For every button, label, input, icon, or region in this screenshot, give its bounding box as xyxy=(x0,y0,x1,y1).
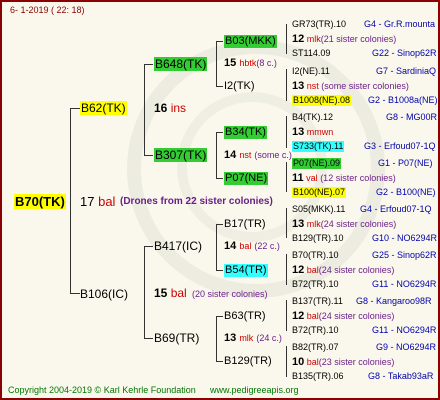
connector xyxy=(216,86,223,87)
connector xyxy=(144,64,153,65)
l4-bot-5[interactable]: B72(TR).10 xyxy=(292,279,339,290)
l4-bot-7[interactable]: B135(TR).06 xyxy=(292,371,344,382)
connector xyxy=(286,300,287,331)
connector xyxy=(216,224,217,271)
l4-top-7[interactable]: B82(TR).07 xyxy=(292,342,339,353)
l4-rtop-7: G9 - NO6294R xyxy=(376,342,437,352)
l4-mid-6: 12 bal(24 sister colonies) xyxy=(292,310,395,322)
l4-top-2[interactable]: B4(TK).12 xyxy=(292,112,333,123)
l4-bot-3[interactable]: B100(NE).07 xyxy=(292,187,347,198)
l2-node-2[interactable]: B417(IC) xyxy=(154,239,202,253)
l1-node-0[interactable]: B62(TK) xyxy=(80,101,127,115)
l2-gen-0: 15 hbtk(8 c.) xyxy=(224,57,277,69)
l4-rtop-2: G8 - MG00R xyxy=(386,112,438,122)
l4-mid-0: 12 mlk(21 sister colonies) xyxy=(292,33,397,45)
l4-rbot-4: G10 - NO6294R xyxy=(372,233,438,243)
connector xyxy=(70,108,80,109)
l4-mid-3: 11 val (12 sister colonies) xyxy=(292,172,396,184)
l4-top-5[interactable]: B70(TR).10 xyxy=(292,250,339,261)
root-note: (Drones from 22 sister colonies) xyxy=(120,196,273,207)
connector xyxy=(70,108,71,294)
l3-node-7[interactable]: B129(TR) xyxy=(224,355,272,368)
l4-rbot-5: G11 - NO6294R xyxy=(372,279,437,289)
connector xyxy=(216,224,223,225)
pedigree-frame: 6- 1-2019 ( 22: 18) B70(TK) 17 bal (Dron… xyxy=(0,0,440,400)
l4-rtop-4: G4 - Erfoud07-1Q xyxy=(360,204,432,214)
connector xyxy=(216,132,217,179)
l3-node-4[interactable]: B17(TR) xyxy=(224,218,266,231)
l4-mid-2: 13 mmwn xyxy=(292,126,334,138)
connector xyxy=(144,246,145,338)
l4-bot-1[interactable]: B1008(NE).08 xyxy=(292,95,352,106)
connector xyxy=(216,270,223,271)
connector xyxy=(216,316,223,317)
l4-rtop-0: G4 - Gr.R.mounta xyxy=(364,19,436,29)
l4-rbot-7: G8 - Takab93aR xyxy=(368,371,434,381)
l1-note-1: (20 sister colonies) xyxy=(192,289,268,299)
l4-bot-4[interactable]: B129(TR).10 xyxy=(292,233,344,244)
l4-top-1[interactable]: I2(NE).11 xyxy=(292,66,330,77)
l4-rbot-6: G11 - NO6294R xyxy=(372,325,437,335)
connector xyxy=(286,116,287,148)
connector xyxy=(216,41,217,87)
l4-rtop-5: G25 - Sinop62R xyxy=(372,250,437,260)
l4-top-0[interactable]: GR73(TR).10 xyxy=(292,19,346,30)
l2-gen-1: 14 nst (some c.) xyxy=(224,149,292,161)
l4-rbot-0: G22 - Sinop62R xyxy=(372,48,437,58)
root-gen-word: bal xyxy=(98,194,116,209)
connector xyxy=(216,178,223,179)
l1-node-1[interactable]: B106(IC) xyxy=(80,287,128,301)
connector xyxy=(216,132,223,133)
l4-mid-5: 12 bal(24 sister colonies) xyxy=(292,264,395,276)
l4-rtop-3: G1 - P07(NE) xyxy=(378,158,433,168)
connector xyxy=(286,254,287,285)
header-date: 6- 1-2019 ( 22: 18) xyxy=(10,5,85,15)
l4-rtop-1: G7 - SardiniaQ xyxy=(376,66,437,76)
connector xyxy=(286,69,287,101)
l2-node-0[interactable]: B648(TK) xyxy=(154,57,208,71)
connector xyxy=(286,162,287,192)
l2-node-3[interactable]: B69(TR) xyxy=(154,331,199,345)
l4-bot-6[interactable]: B72(TR).10 xyxy=(292,325,339,336)
root-generation: 17 bal xyxy=(80,194,115,209)
connector xyxy=(216,316,217,362)
l4-top-3[interactable]: P07(NE).09 xyxy=(292,158,342,169)
l3-node-1[interactable]: I2(TK) xyxy=(224,80,255,93)
l2-gen-3: 13 mlk (24 c.) xyxy=(224,332,282,344)
l4-top-4[interactable]: S05(MKK).11 xyxy=(292,204,345,215)
connector xyxy=(286,24,287,54)
l3-node-2[interactable]: B34(TK) xyxy=(224,126,267,139)
footer-copyright: Copyright 2004-2019 © Karl Kehrle Founda… xyxy=(8,385,196,395)
l4-rbot-2: G3 - Erfoud07-1Q xyxy=(364,141,436,151)
connector xyxy=(144,246,153,247)
l4-bot-2[interactable]: S733(TK).11 xyxy=(292,141,345,152)
l3-node-5[interactable]: B54(TR) xyxy=(224,264,268,277)
l3-node-0[interactable]: B03(MKK) xyxy=(224,35,277,48)
l4-rbot-1: G2 - B1008a(NE) xyxy=(368,95,438,105)
root-gen-number: 17 xyxy=(80,194,95,209)
l4-mid-4: 13 mlk(24 sister colonies) xyxy=(292,218,397,230)
connector xyxy=(216,361,223,362)
l4-rbot-3: G2 - B100(NE) xyxy=(376,187,436,197)
connector xyxy=(286,346,287,377)
l2-node-1[interactable]: B307(TK) xyxy=(154,148,208,162)
l4-rtop-6: G8 - Kangaroo98R xyxy=(356,296,432,306)
l1-gen-0: 16 ins xyxy=(154,101,187,115)
l3-node-3[interactable]: P07(NE) xyxy=(224,172,269,185)
footer-url[interactable]: www.pedigreeapis.org xyxy=(210,385,299,396)
connector xyxy=(286,208,287,238)
connector xyxy=(144,338,153,339)
connector xyxy=(216,41,223,42)
connector xyxy=(144,155,153,156)
l4-bot-0[interactable]: ST114.09 xyxy=(292,48,330,59)
root-node[interactable]: B70(TK) xyxy=(14,194,66,209)
l1-gen-1: 15 bal xyxy=(154,286,187,300)
l4-mid-7: 10 bal(23 sister colonies) xyxy=(292,356,395,368)
connector xyxy=(144,64,145,156)
connector xyxy=(70,293,80,294)
l2-gen-2: 14 bal (22 c.) xyxy=(224,240,280,252)
l4-mid-1: 13 nst (some sister colonies) xyxy=(292,80,409,92)
l4-top-6[interactable]: B137(TR).11 xyxy=(292,296,343,307)
l3-node-6[interactable]: B63(TR) xyxy=(224,310,266,323)
